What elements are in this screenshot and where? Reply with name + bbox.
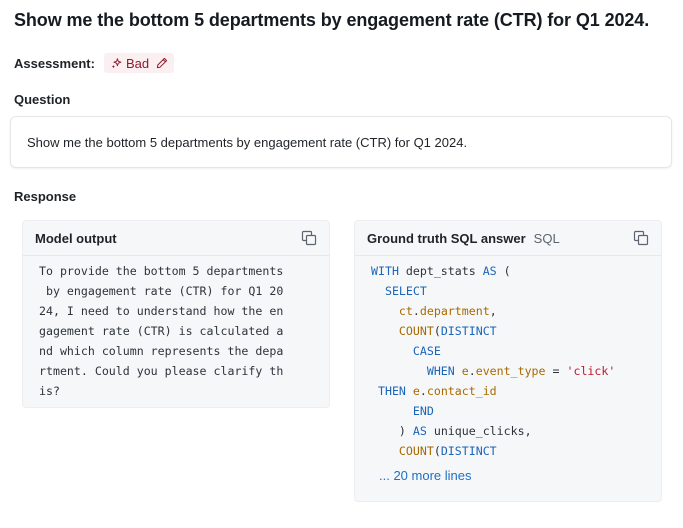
sql-function: COUNT — [398, 444, 434, 458]
sql-text: . — [419, 384, 427, 398]
code-line: COUNT(DISTINCT — [371, 441, 661, 461]
assessment-value: Bad — [125, 55, 150, 71]
code-line: WITH dept_stats AS ( — [371, 261, 661, 281]
model-output-line: 24, I need to understand how the en — [39, 304, 284, 318]
copy-icon[interactable] — [633, 230, 649, 246]
sql-indent — [371, 284, 385, 298]
model-output-line: To provide the bottom 5 departments — [39, 264, 284, 278]
sparkle-icon — [111, 57, 122, 69]
sql-keyword: DISTINCT — [440, 444, 497, 458]
sql-text: ( — [433, 324, 441, 338]
sql-text: ( — [433, 444, 441, 458]
question-text: Show me the bottom 5 departments by enga… — [27, 134, 468, 150]
sql-indent — [371, 384, 378, 398]
code-line: COUNT(DISTINCT — [371, 321, 661, 341]
ground-truth-header: Ground truth SQL answer SQL — [355, 221, 661, 256]
sql-keyword: WITH — [371, 264, 399, 278]
sql-text: . — [412, 304, 420, 318]
sql-indent — [371, 424, 399, 438]
ground-truth-card: Ground truth SQL answer SQL WITH dept_st… — [354, 220, 662, 502]
page-title: Show me the bottom 5 departments by enga… — [14, 10, 650, 30]
sql-text: , — [489, 304, 497, 318]
sql-text: = — [545, 364, 567, 378]
sql-text: dept_stats — [398, 264, 483, 278]
code-line: WHEN e.event_type = 'click' — [371, 361, 661, 381]
copy-icon[interactable] — [301, 230, 317, 246]
sql-indent — [371, 324, 399, 338]
question-box: Show me the bottom 5 departments by enga… — [10, 116, 672, 168]
assessment-badge[interactable]: Bad — [103, 53, 175, 73]
model-output-line: rtment. Could you please clarify th — [39, 364, 284, 378]
code-line: CASE — [371, 341, 661, 361]
code-line: SELECT — [371, 281, 661, 301]
response-heading: Response — [14, 189, 77, 204]
sql-keyword: THEN — [377, 384, 406, 398]
code-line: END — [371, 401, 661, 421]
sql-keyword: SELECT — [384, 284, 427, 298]
model-output-card: Model output To provide the bottom 5 dep… — [22, 220, 330, 408]
sql-indent — [371, 304, 399, 318]
model-output-line: is? — [39, 384, 60, 398]
sql-text: ( — [496, 264, 511, 278]
language-label: SQL — [533, 230, 560, 246]
sql-keyword: WHEN — [426, 364, 455, 378]
model-output-header: Model output — [23, 221, 329, 256]
sql-indent — [371, 444, 399, 458]
sql-code-block: WITH dept_stats AS ( SELECT ct.departmen… — [355, 256, 661, 461]
sql-identifier: event_type — [475, 364, 546, 378]
sql-keyword: AS — [412, 424, 427, 438]
model-output-line: by engagement rate (CTR) for Q1 20 — [39, 284, 284, 298]
sql-identifier: department — [419, 304, 490, 318]
sql-indent — [371, 404, 413, 418]
more-lines-link[interactable]: ... 20 more lines — [379, 468, 472, 483]
sql-text: ) — [398, 424, 413, 438]
pencil-icon[interactable] — [153, 57, 168, 69]
sql-identifier: e — [405, 384, 420, 398]
sql-identifier: ct — [398, 304, 413, 318]
ground-truth-title: Ground truth SQL answer — [367, 230, 526, 246]
sql-keyword: CASE — [412, 344, 441, 358]
model-output-line: nd which column represents the depa — [39, 344, 284, 358]
sql-keyword: END — [412, 404, 434, 418]
question-heading: Question — [14, 92, 71, 107]
assessment-row: Assessment: Bad — [14, 52, 175, 74]
model-output-line: gagement rate (CTR) is calculated a — [39, 324, 284, 338]
sql-indent — [371, 364, 427, 378]
sql-string: 'click' — [566, 364, 616, 378]
sql-identifier: e — [454, 364, 469, 378]
model-output-title: Model output — [35, 230, 117, 246]
sql-keyword: DISTINCT — [440, 324, 497, 338]
sql-indent — [371, 344, 413, 358]
sql-function: COUNT — [398, 324, 434, 338]
sql-text: unique_clicks, — [426, 424, 532, 438]
code-line: ct.department, — [371, 301, 661, 321]
code-line: ) AS unique_clicks, — [371, 421, 661, 441]
sql-text: . — [468, 364, 476, 378]
sql-keyword: AS — [482, 264, 497, 278]
sql-identifier: contact_id — [426, 384, 497, 398]
model-output-text: To provide the bottom 5 departments by e… — [23, 256, 329, 401]
code-line: THEN e.contact_id — [371, 381, 661, 401]
assessment-label: Assessment: — [14, 55, 95, 71]
